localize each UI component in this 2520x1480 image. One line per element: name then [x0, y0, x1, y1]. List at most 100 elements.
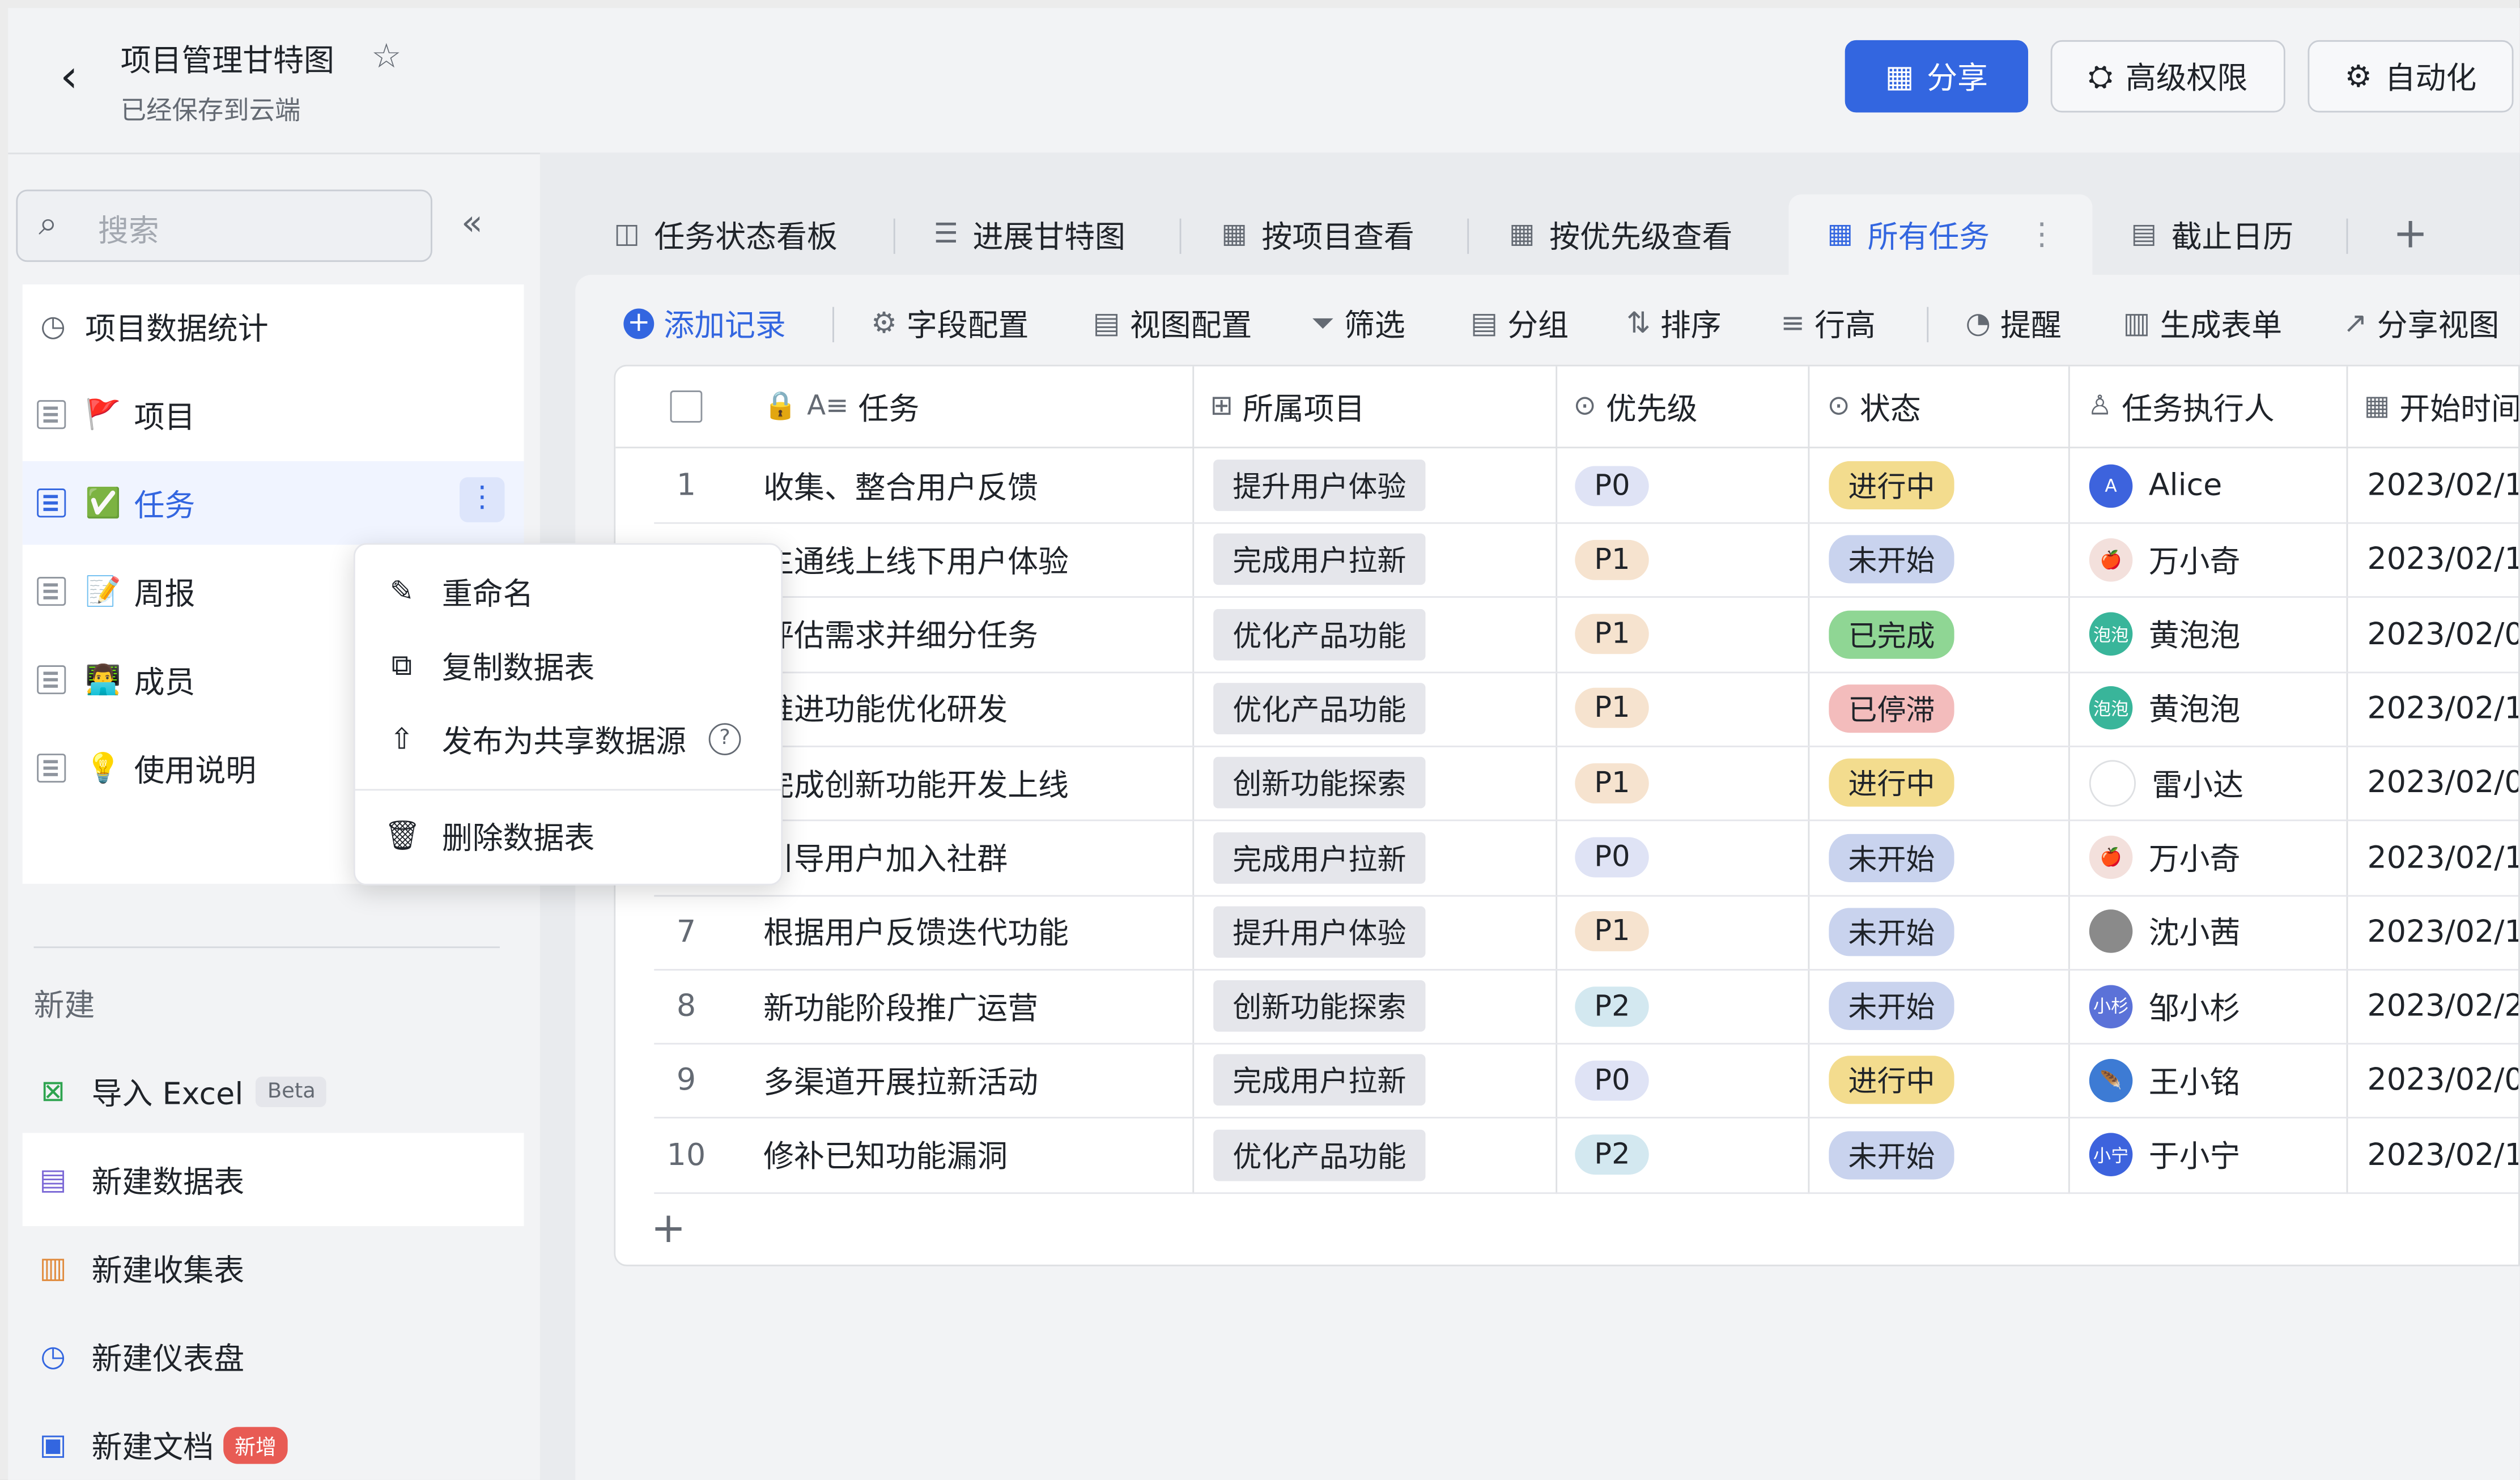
- sort-button[interactable]: ⇅ 排序: [1626, 299, 1722, 347]
- status-cell[interactable]: 未开始: [1829, 969, 1954, 1043]
- add-row-icon[interactable]: +: [651, 1205, 686, 1253]
- search-input[interactable]: ⌕ 搜索: [16, 189, 432, 262]
- start-date-cell[interactable]: 2023/02/1: [2367, 820, 2518, 894]
- priority-cell[interactable]: P0: [1575, 448, 1650, 522]
- advanced-permissions-button[interactable]: ⛭ 高级权限: [2050, 40, 2285, 113]
- duplicate-table-menu-item[interactable]: ⧉ 复制数据表: [355, 628, 781, 702]
- field-config-button[interactable]: ⚙ 字段配置: [871, 299, 1029, 347]
- rename-menu-item[interactable]: ✎ 重命名: [355, 554, 781, 628]
- project-cell[interactable]: 优化产品功能: [1213, 671, 1426, 745]
- table-row[interactable]: 评估需求并细分任务 优化产品功能 P1 已完成 泡泡 黄泡泡 2023/02/0: [654, 597, 2519, 673]
- new-form-item[interactable]: ▥ 新建收集表: [23, 1221, 524, 1314]
- more-options-icon[interactable]: ⋮: [2026, 217, 2057, 252]
- tab-by-project[interactable]: ▦ 按项目查看: [1221, 194, 1414, 275]
- status-cell[interactable]: 进行中: [1829, 1044, 1954, 1117]
- project-cell[interactable]: 提升用户体验: [1213, 448, 1426, 522]
- sidebar-item-stats[interactable]: ◷ 项目数据统计: [23, 284, 524, 368]
- column-header-priority[interactable]: ⊙ 优先级: [1573, 367, 1697, 447]
- project-cell[interactable]: 创新功能探索: [1213, 746, 1426, 819]
- project-cell[interactable]: 完成用户拉新: [1213, 1044, 1426, 1117]
- status-cell[interactable]: 未开始: [1829, 820, 1954, 894]
- status-cell[interactable]: 已完成: [1829, 597, 1954, 671]
- column-header-project[interactable]: ⊞ 所属项目: [1210, 367, 1365, 447]
- add-view-icon[interactable]: +: [2393, 194, 2428, 275]
- task-cell[interactable]: 主通线上线下用户体验: [763, 523, 1069, 597]
- start-date-cell[interactable]: 2023/02/1: [2367, 1118, 2518, 1192]
- start-date-cell[interactable]: 2023/02/0: [2367, 597, 2518, 671]
- task-cell[interactable]: 根据用户反馈迭代功能: [763, 895, 1069, 968]
- assignee-cell[interactable]: 沈小茜: [2089, 895, 2240, 968]
- share-view-button[interactable]: ↗ 分享视图: [2343, 299, 2499, 347]
- add-record-button[interactable]: + 添加记录: [623, 299, 786, 347]
- tab-all-tasks[interactable]: ▦ 所有任务 ⋮: [1788, 194, 2093, 275]
- assignee-cell[interactable]: 小宁 于小宁: [2089, 1118, 2240, 1192]
- priority-cell[interactable]: P1: [1575, 523, 1650, 597]
- more-options-icon[interactable]: ⋮: [460, 477, 505, 522]
- reminder-button[interactable]: ◔ 提醒: [1965, 299, 2061, 347]
- status-cell[interactable]: 未开始: [1829, 895, 1954, 968]
- task-cell[interactable]: 新功能阶段推广运营: [763, 969, 1038, 1043]
- back-arrow-icon[interactable]: ‹: [46, 52, 91, 101]
- star-icon[interactable]: ☆: [371, 37, 401, 75]
- column-header-assignee[interactable]: ♙ 任务执行人: [2088, 367, 2275, 447]
- select-all-checkbox[interactable]: [670, 367, 703, 447]
- import-excel-item[interactable]: ⊠ 导入 Excel Beta: [23, 1044, 524, 1137]
- task-cell[interactable]: 推进功能优化研发: [763, 671, 1008, 745]
- project-cell[interactable]: 优化产品功能: [1213, 1118, 1426, 1192]
- table-row[interactable]: 主通线上线下用户体验 完成用户拉新 P1 未开始 🍎 万小奇 2023/02/1: [654, 523, 2519, 598]
- group-button[interactable]: ▤ 分组: [1471, 299, 1569, 347]
- new-table-item[interactable]: ▤ 新建数据表: [22, 1133, 524, 1226]
- delete-table-menu-item[interactable]: 🗑 删除数据表: [355, 798, 781, 872]
- start-date-cell[interactable]: 2023/02/1(: [2367, 895, 2518, 968]
- project-cell[interactable]: 优化产品功能: [1213, 597, 1426, 671]
- start-date-cell[interactable]: 2023/02/1: [2367, 671, 2518, 745]
- start-date-cell[interactable]: 2023/02/1: [2367, 523, 2518, 597]
- assignee-cell[interactable]: 🪶 王小铭: [2089, 1044, 2240, 1117]
- project-cell[interactable]: 完成用户拉新: [1213, 820, 1426, 894]
- automation-button[interactable]: ⚙ 自动化: [2307, 40, 2514, 113]
- table-row[interactable]: 完成创新功能开发上线 创新功能探索 P1 进行中 雷小达 2023/02/0: [654, 746, 2519, 822]
- task-cell[interactable]: 收集、整合用户反馈: [763, 448, 1038, 522]
- tab-gantt[interactable]: ☰ 进展甘特图: [934, 194, 1125, 275]
- table-row[interactable]: 10 修补已知功能漏洞 优化产品功能 P2 未开始 小宁 于小宁 2023/02/1: [654, 1118, 2519, 1194]
- start-date-cell[interactable]: 2023/02/0: [2367, 1044, 2518, 1117]
- assignee-cell[interactable]: 泡泡 黄泡泡: [2089, 671, 2240, 745]
- priority-cell[interactable]: P2: [1575, 1118, 1650, 1192]
- assignee-cell[interactable]: 🍎 万小奇: [2089, 820, 2240, 894]
- project-cell[interactable]: 提升用户体验: [1213, 895, 1426, 968]
- task-cell[interactable]: 评估需求并细分任务: [763, 597, 1038, 671]
- status-cell[interactable]: 未开始: [1829, 523, 1954, 597]
- task-cell[interactable]: 修补已知功能漏洞: [763, 1118, 1008, 1192]
- document-title[interactable]: 项目管理甘特图: [121, 37, 334, 80]
- publish-shared-source-menu-item[interactable]: ⇧ 发布为共享数据源 ?: [355, 702, 781, 776]
- priority-cell[interactable]: P2: [1575, 969, 1650, 1043]
- priority-cell[interactable]: P1: [1575, 895, 1650, 968]
- sidebar-item-projects[interactable]: 🚩 项目: [23, 373, 524, 456]
- row-height-button[interactable]: ≡ 行高: [1780, 299, 1876, 347]
- assignee-cell[interactable]: 🍎 万小奇: [2089, 523, 2240, 597]
- column-header-start-date[interactable]: ▦ 开始时间: [2364, 367, 2518, 447]
- view-config-button[interactable]: ▤ 视图配置: [1093, 299, 1252, 347]
- table-row[interactable]: 9 多渠道开展拉新活动 完成用户拉新 P0 进行中 🪶 王小铭 2023/02/0: [654, 1044, 2519, 1119]
- assignee-cell[interactable]: 泡泡 黄泡泡: [2089, 597, 2240, 671]
- tab-by-priority[interactable]: ▦ 按优先级查看: [1509, 194, 1732, 275]
- priority-cell[interactable]: P1: [1575, 671, 1650, 745]
- task-cell[interactable]: 引导用户加入社群: [763, 820, 1008, 894]
- status-cell[interactable]: 进行中: [1829, 448, 1954, 522]
- status-cell[interactable]: 进行中: [1829, 746, 1954, 819]
- table-row[interactable]: 引导用户加入社群 完成用户拉新 P0 未开始 🍎 万小奇 2023/02/1: [654, 820, 2519, 896]
- tab-deadline-calendar[interactable]: ▤ 截止日历: [2131, 194, 2294, 275]
- sidebar-item-tasks[interactable]: ✅ 任务: [22, 461, 524, 545]
- table-row[interactable]: 推进功能优化研发 优化产品功能 P1 已停滞 泡泡 黄泡泡 2023/02/1: [654, 671, 2519, 747]
- task-cell[interactable]: 完成创新功能开发上线: [763, 746, 1069, 819]
- start-date-cell[interactable]: 2023/02/0: [2367, 746, 2518, 819]
- status-cell[interactable]: 已停滞: [1829, 671, 1954, 745]
- task-cell[interactable]: 多渠道开展拉新活动: [763, 1044, 1038, 1117]
- filter-button[interactable]: ⏷ 筛选: [1311, 299, 1405, 347]
- priority-cell[interactable]: P1: [1575, 597, 1650, 671]
- help-icon[interactable]: ?: [708, 723, 741, 755]
- status-cell[interactable]: 未开始: [1829, 1118, 1954, 1192]
- collapse-sidebar-icon[interactable]: «: [461, 204, 483, 244]
- generate-form-button[interactable]: ▥ 生成表单: [2123, 299, 2282, 347]
- project-cell[interactable]: 创新功能探索: [1213, 969, 1426, 1043]
